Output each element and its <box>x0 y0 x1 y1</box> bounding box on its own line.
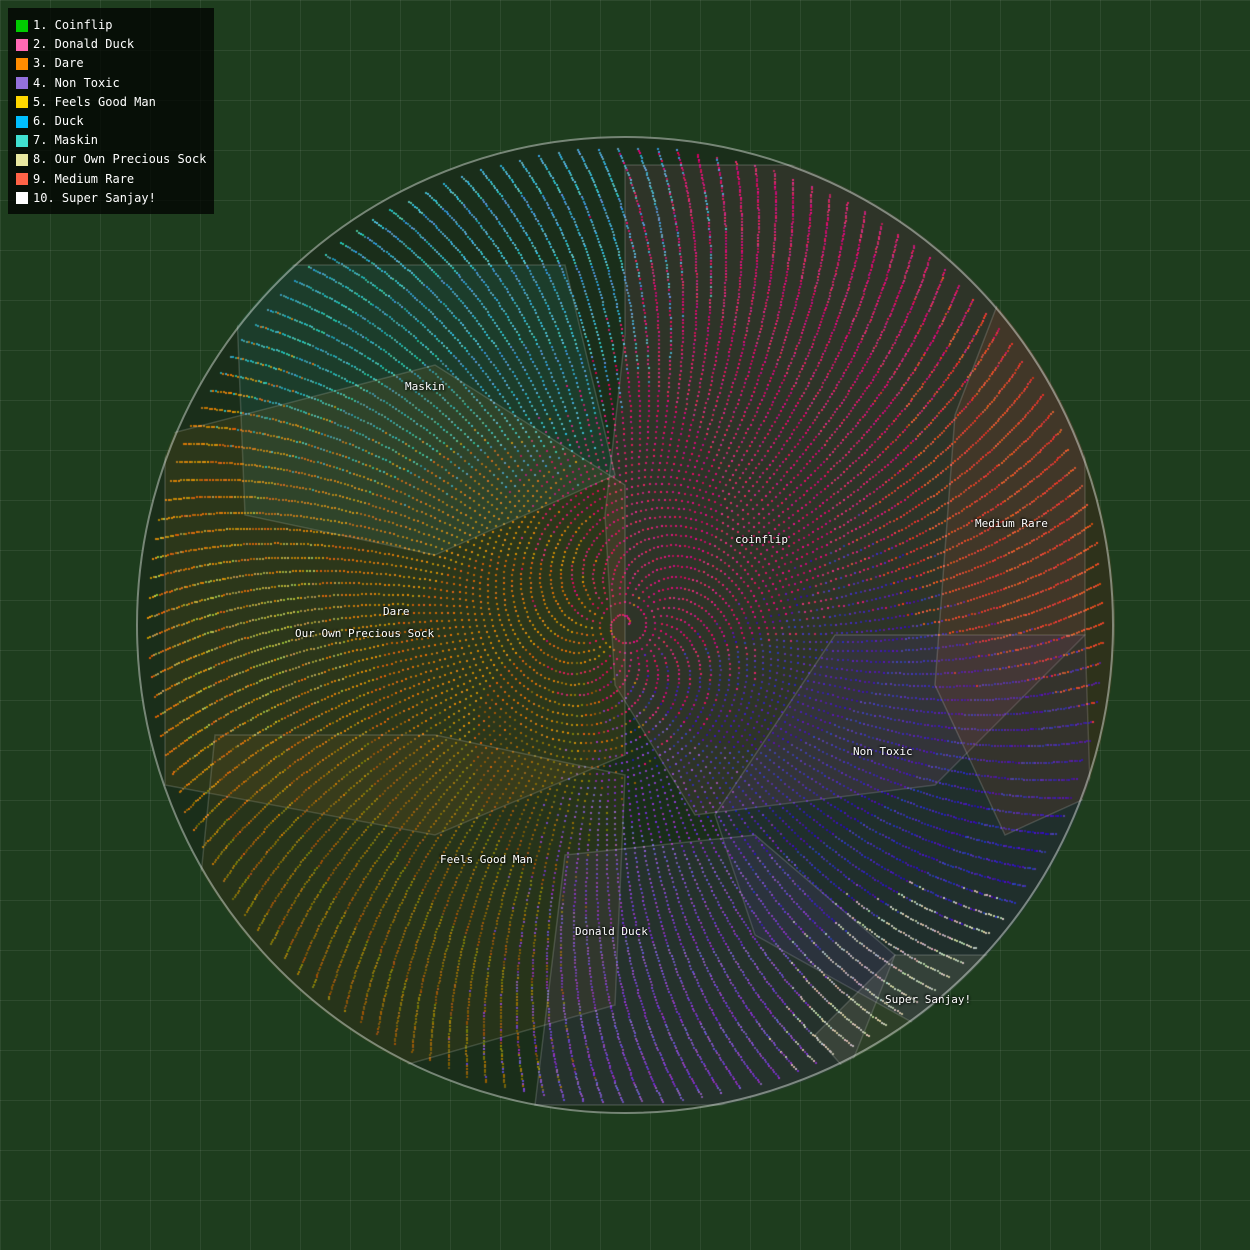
legend-item-label: 8. Our Own Precious Sock <box>33 150 206 169</box>
legend-item-label: 7. Maskin <box>33 131 98 150</box>
legend-item-label: 3. Dare <box>33 54 84 73</box>
legend-item: 2. Donald Duck <box>16 35 206 54</box>
legend-color-swatch <box>16 58 28 70</box>
legend-item-label: 6. Duck <box>33 112 84 131</box>
legend-item-label: 1. Coinflip <box>33 16 112 35</box>
legend-item: 5. Feels Good Man <box>16 93 206 112</box>
legend-item: 3. Dare <box>16 54 206 73</box>
legend-color-swatch <box>16 154 28 166</box>
legend-color-swatch <box>16 20 28 32</box>
legend-item-label: 2. Donald Duck <box>33 35 134 54</box>
map-canvas <box>135 135 1115 1115</box>
legend-color-swatch <box>16 173 28 185</box>
legend-item: 1. Coinflip <box>16 16 206 35</box>
legend-item-label: 10. Super Sanjay! <box>33 189 156 208</box>
legend-color-swatch <box>16 96 28 108</box>
legend-color-swatch <box>16 39 28 51</box>
legend-item-label: 4. Non Toxic <box>33 74 120 93</box>
legend-item-label: 5. Feels Good Man <box>33 93 156 112</box>
legend-color-swatch <box>16 192 28 204</box>
legend-item: 10. Super Sanjay! <box>16 189 206 208</box>
map-container: MaskinDareOur Own Precious SockFeels Goo… <box>135 135 1115 1115</box>
legend-item: 7. Maskin <box>16 131 206 150</box>
legend-color-swatch <box>16 135 28 147</box>
legend-panel: 1. Coinflip2. Donald Duck3. Dare4. Non T… <box>8 8 214 214</box>
legend-item: 8. Our Own Precious Sock <box>16 150 206 169</box>
legend-item: 9. Medium Rare <box>16 170 206 189</box>
legend-color-swatch <box>16 116 28 128</box>
legend-item-label: 9. Medium Rare <box>33 170 134 189</box>
legend-items: 1. Coinflip2. Donald Duck3. Dare4. Non T… <box>16 16 206 208</box>
legend-item: 4. Non Toxic <box>16 74 206 93</box>
legend-item: 6. Duck <box>16 112 206 131</box>
legend-color-swatch <box>16 77 28 89</box>
